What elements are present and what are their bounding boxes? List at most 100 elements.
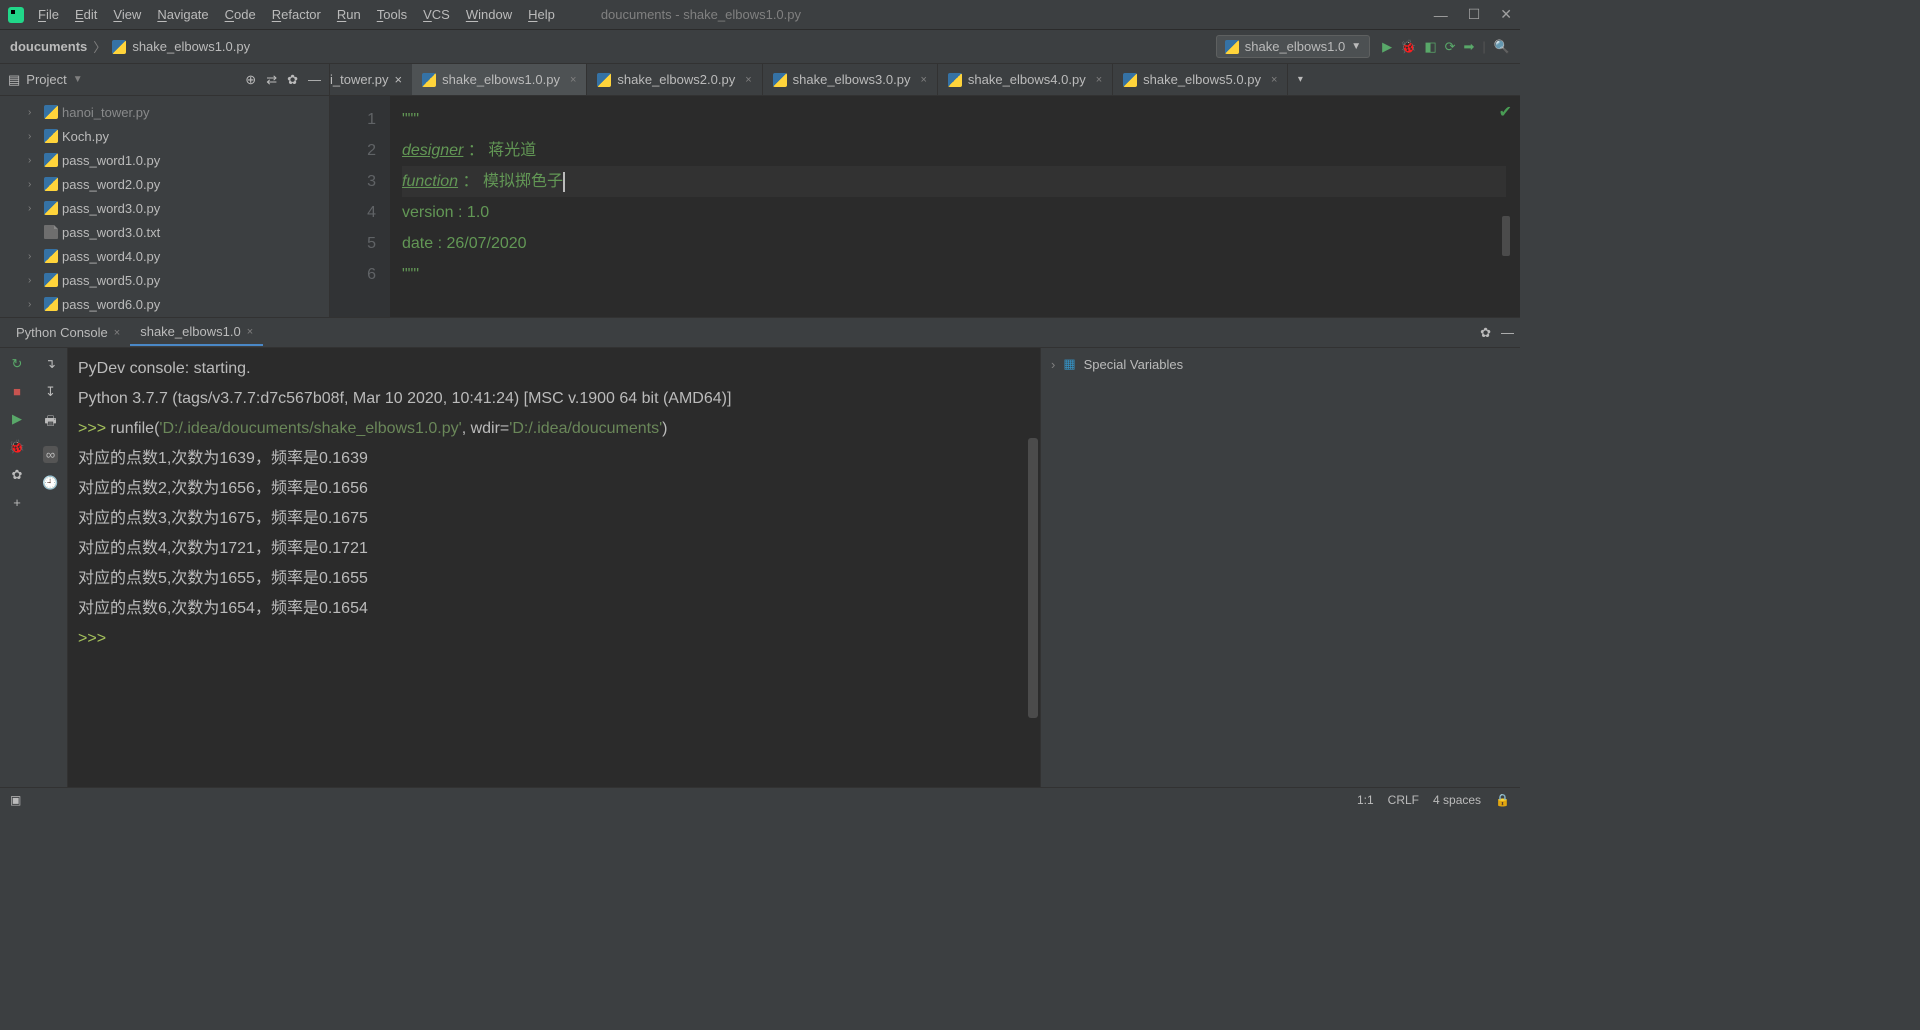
menu-refactor[interactable]: Refactor: [266, 3, 327, 26]
tree-item[interactable]: pass_word3.0.txt: [0, 220, 329, 244]
close-icon[interactable]: ×: [1271, 74, 1277, 86]
close-icon[interactable]: ×: [1096, 74, 1102, 86]
tree-item-label: Koch.py: [62, 129, 109, 144]
close-icon[interactable]: ×: [247, 326, 253, 338]
python-file-icon: [44, 105, 58, 119]
project-tree[interactable]: ›hanoi_tower.py›Koch.py›pass_word1.0.py›…: [0, 96, 329, 317]
tree-item[interactable]: ›pass_word2.0.py: [0, 172, 329, 196]
status-indent[interactable]: 4 spaces: [1433, 793, 1481, 807]
close-icon[interactable]: ✕: [1500, 6, 1512, 23]
hide-icon[interactable]: —: [1501, 325, 1514, 341]
tree-item[interactable]: ›pass_word6.0.py: [0, 292, 329, 316]
menu-view[interactable]: View: [107, 3, 147, 26]
search-icon[interactable]: 🔍: [1494, 39, 1510, 55]
minimize-icon[interactable]: —: [1434, 7, 1448, 23]
tree-item[interactable]: ›pass_word5.0.py: [0, 268, 329, 292]
close-icon[interactable]: ×: [114, 327, 120, 339]
tree-item-label: pass_word3.0.py: [62, 201, 160, 216]
close-icon[interactable]: ×: [395, 72, 403, 87]
code-editor[interactable]: 123456 """designer ： 蒋光道function ： 模拟掷色子…: [330, 96, 1520, 317]
maximize-icon[interactable]: ☐: [1468, 6, 1481, 23]
rerun-icon[interactable]: ↻: [12, 356, 23, 372]
python-file-icon: [44, 177, 58, 191]
tree-item-label: pass_word6.0.py: [62, 297, 160, 312]
editor-tab[interactable]: shake_elbows1.0.py×: [412, 64, 587, 95]
editor-tab[interactable]: shake_elbows3.0.py×: [763, 64, 938, 95]
menu-tools[interactable]: Tools: [371, 3, 413, 26]
softwrap-icon[interactable]: ↴: [45, 356, 56, 372]
settings-icon[interactable]: ✿: [12, 467, 23, 483]
breadcrumb-root[interactable]: doucuments: [10, 39, 87, 54]
status-caret-pos[interactable]: 1:1: [1357, 793, 1374, 807]
menu-help[interactable]: Help: [522, 3, 561, 26]
editor-tab[interactable]: shake_elbows2.0.py×: [587, 64, 762, 95]
expand-icon[interactable]: ⇄: [266, 72, 277, 88]
tree-item[interactable]: ›pass_word3.0.py: [0, 196, 329, 220]
python-file-icon: [1225, 40, 1239, 54]
editor-tab[interactable]: shake_elbows4.0.py×: [938, 64, 1113, 95]
menu-vcs[interactable]: VCS: [417, 3, 456, 26]
tree-item-label: pass_word2.0.py: [62, 177, 160, 192]
main-area: ▤ Project ▼ ⊕ ⇄ ✿ — ›hanoi_tower.py›Koch…: [0, 64, 1520, 317]
text-file-icon: [44, 225, 58, 239]
run-config-label: shake_elbows1.0: [1245, 39, 1345, 54]
history-icon[interactable]: 🕘: [42, 475, 58, 491]
hide-icon[interactable]: —: [308, 72, 321, 88]
python-console[interactable]: PyDev console: starting.Python 3.7.7 (ta…: [68, 348, 1040, 787]
variables-panel[interactable]: › ▦ Special Variables: [1040, 348, 1520, 787]
chevron-right-icon[interactable]: ›: [1051, 357, 1055, 372]
attach-icon[interactable]: ➡: [1464, 39, 1475, 55]
run-config-selector[interactable]: shake_elbows1.0 ▼: [1216, 35, 1370, 58]
tree-item[interactable]: ›hanoi_tower.py: [0, 100, 329, 124]
bottom-tab[interactable]: shake_elbows1.0 ×: [130, 319, 263, 346]
locate-icon[interactable]: ⊕: [245, 72, 256, 88]
close-icon[interactable]: ×: [745, 74, 751, 86]
gear-icon[interactable]: ✿: [287, 72, 298, 88]
tree-item[interactable]: ›pass_word4.0.py: [0, 244, 329, 268]
menu-navigate[interactable]: Navigate: [151, 3, 214, 26]
tabs-more[interactable]: ▾: [1288, 64, 1312, 95]
menu-run[interactable]: Run: [331, 3, 367, 26]
debug-icon[interactable]: 🐞: [9, 439, 25, 455]
tree-item[interactable]: ›Koch.py: [0, 124, 329, 148]
gear-icon[interactable]: ✿: [1480, 325, 1491, 341]
profile-icon[interactable]: ⟳: [1445, 39, 1456, 55]
chevron-right-icon: ›: [28, 155, 40, 166]
tree-item[interactable]: ›pass_word1.0.py: [0, 148, 329, 172]
coverage-icon[interactable]: ◧: [1424, 39, 1436, 55]
editor-code[interactable]: """designer ： 蒋光道function ： 模拟掷色子version…: [390, 96, 1520, 317]
link-icon[interactable]: ∞: [43, 446, 58, 463]
breadcrumb-file[interactable]: shake_elbows1.0.py: [112, 39, 250, 54]
add-icon[interactable]: +: [13, 495, 21, 510]
menu-window[interactable]: Window: [460, 3, 518, 26]
status-line-sep[interactable]: CRLF: [1388, 793, 1419, 807]
print-icon[interactable]: 🖶: [44, 412, 56, 434]
status-bar: ▣ 1:1 CRLF 4 spaces 🔒: [0, 787, 1520, 811]
tool-windows-icon[interactable]: ▣: [10, 793, 21, 807]
titlebar: FileEditViewNavigateCodeRefactorRunTools…: [0, 0, 1520, 30]
run-icon[interactable]: ▶: [12, 411, 22, 427]
python-file-icon: [44, 297, 58, 311]
run-icon[interactable]: ▶: [1382, 39, 1392, 55]
lock-icon[interactable]: 🔒: [1495, 793, 1510, 807]
stop-icon[interactable]: ■: [13, 384, 21, 399]
editor-tab[interactable]: shake_elbows5.0.py×: [1113, 64, 1288, 95]
main-menu: FileEditViewNavigateCodeRefactorRunTools…: [32, 3, 561, 26]
chevron-down-icon[interactable]: ▼: [73, 74, 83, 85]
scroll-icon[interactable]: ↧: [45, 384, 56, 400]
bottom-tab[interactable]: Python Console×: [6, 320, 130, 345]
chevron-down-icon: ▼: [1351, 41, 1361, 52]
menu-file[interactable]: File: [32, 3, 65, 26]
debug-icon[interactable]: 🐞: [1400, 39, 1416, 55]
navigation-bar: doucuments 〉 shake_elbows1.0.py shake_el…: [0, 30, 1520, 64]
editor-scrollbar[interactable]: [1506, 96, 1520, 317]
close-icon[interactable]: ×: [920, 74, 926, 86]
project-title[interactable]: Project: [26, 72, 66, 87]
console-left-tools: ↻ ■ ▶ 🐞 ✿ +: [0, 348, 34, 787]
close-icon[interactable]: ×: [570, 74, 576, 86]
menu-edit[interactable]: Edit: [69, 3, 103, 26]
menu-code[interactable]: Code: [219, 3, 262, 26]
tab-partial[interactable]: i_tower.py ×: [330, 64, 412, 95]
console-scrollbar[interactable]: [1028, 438, 1038, 718]
bottom-tab-label: shake_elbows1.0: [140, 324, 240, 339]
